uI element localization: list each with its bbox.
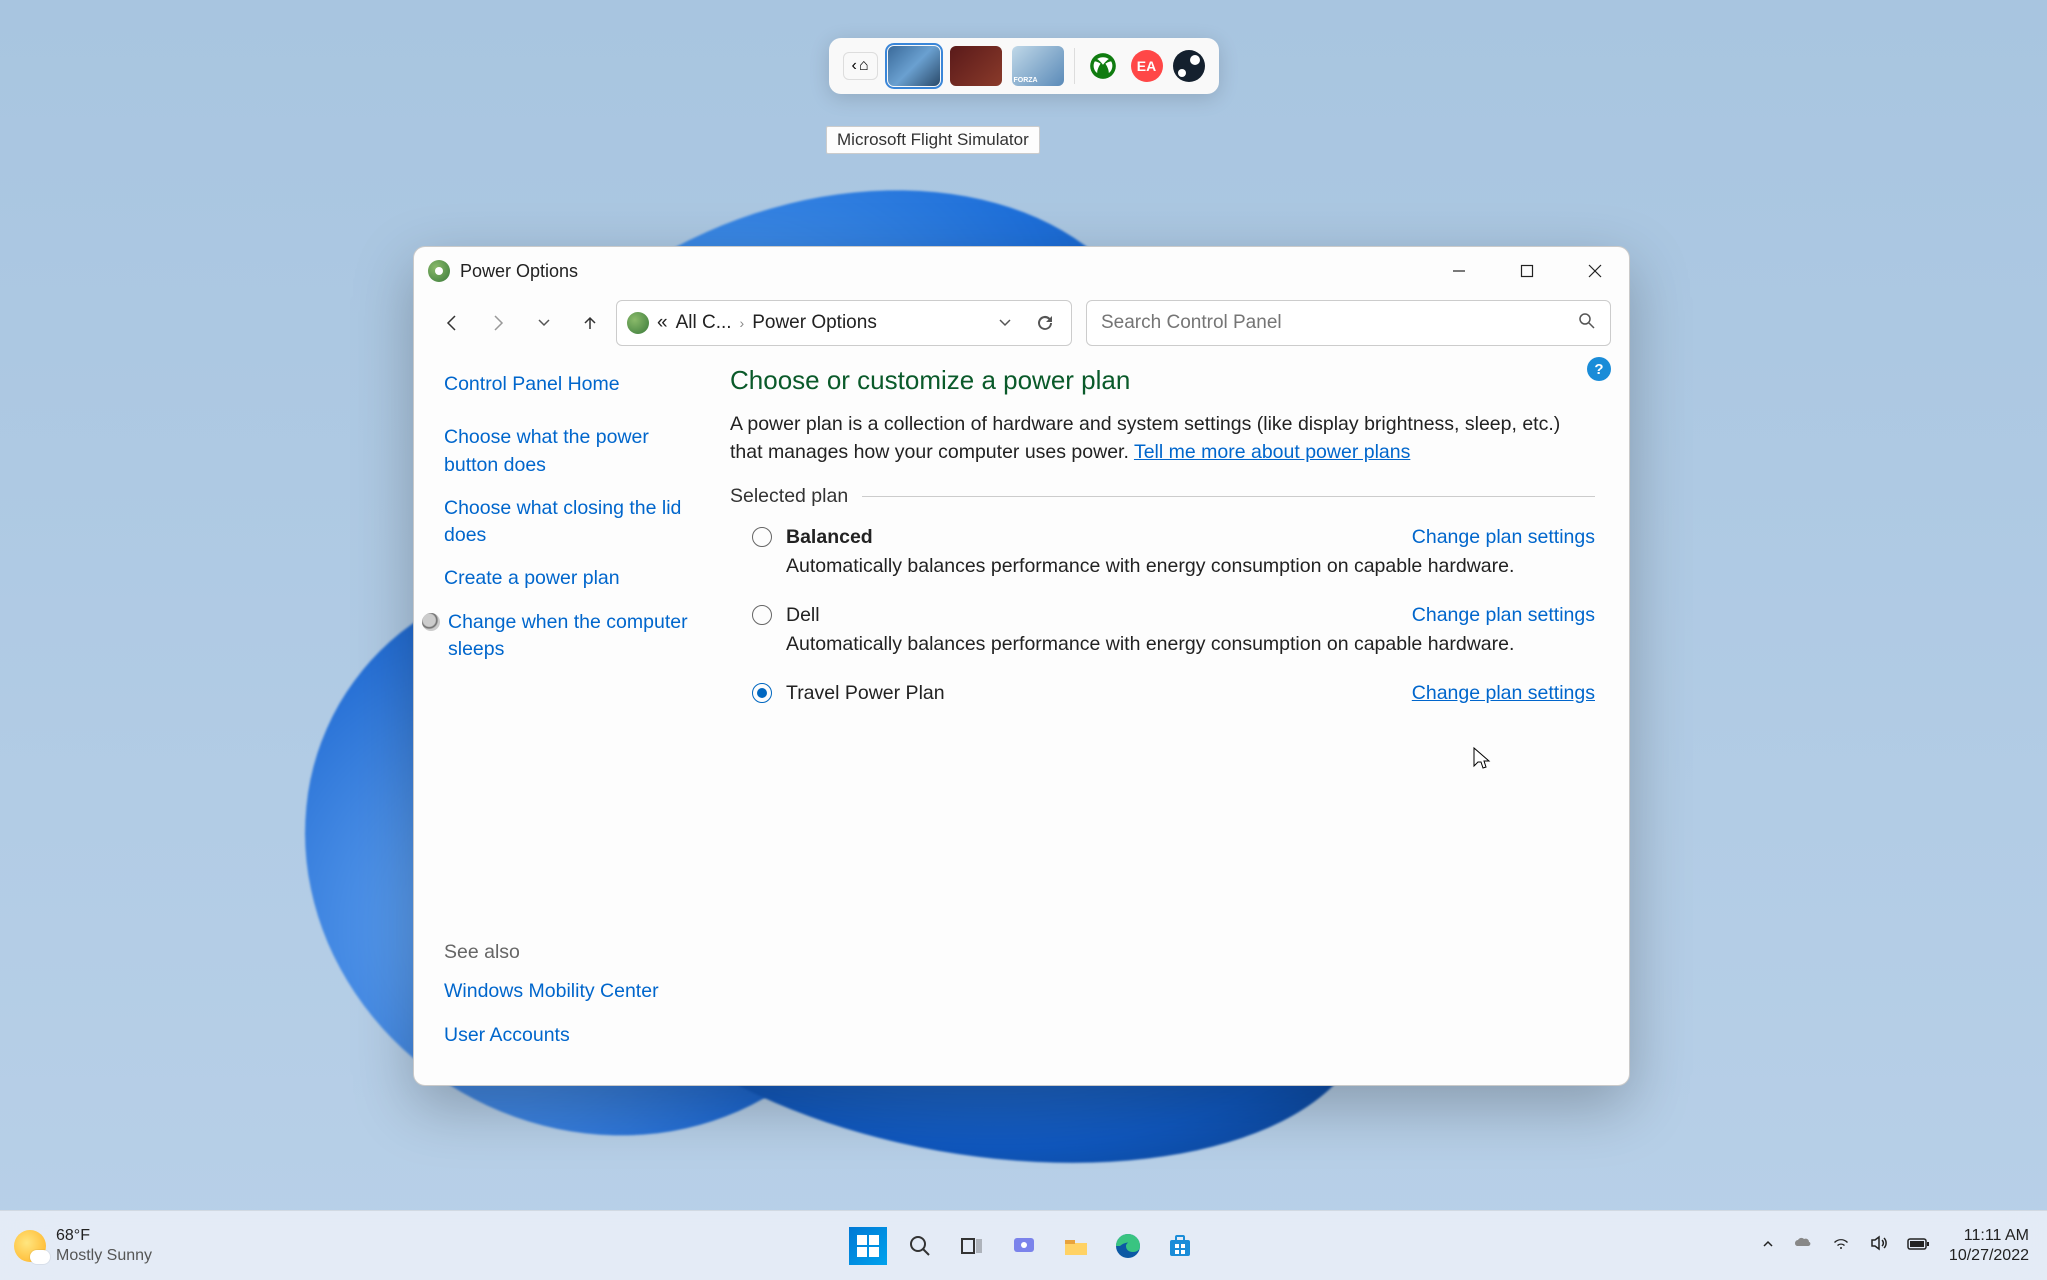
sidebar-link-create-plan[interactable]: Create a power plan [444, 565, 702, 592]
steam-icon[interactable] [1173, 50, 1205, 82]
plan-dell: Dell Change plan settings Automatically … [752, 604, 1595, 656]
change-settings-travel[interactable]: Change plan settings [1412, 682, 1595, 705]
refresh-button[interactable] [1029, 307, 1061, 339]
maximize-icon [1520, 264, 1534, 278]
ea-icon[interactable]: EA [1131, 50, 1163, 82]
tray-battery-icon[interactable] [1907, 1235, 1931, 1256]
plan-name: Balanced [786, 526, 873, 549]
tray-onedrive-icon[interactable] [1793, 1233, 1813, 1258]
plan-name: Travel Power Plan [786, 682, 945, 705]
taskbar-edge[interactable] [1107, 1225, 1149, 1267]
page-description: A power plan is a collection of hardware… [730, 410, 1595, 467]
sidebar-user-accounts[interactable]: User Accounts [444, 1022, 702, 1049]
search-box[interactable] [1086, 300, 1611, 346]
xbox-icon[interactable] [1085, 48, 1121, 84]
taskbar-search[interactable] [899, 1225, 941, 1267]
start-button[interactable] [847, 1225, 889, 1267]
selected-plan-label: Selected plan [730, 485, 1595, 508]
page-heading: Choose or customize a power plan [730, 365, 1595, 396]
breadcrumb-power[interactable]: Power Options [752, 312, 877, 334]
chevron-left-icon: ‹ [852, 57, 857, 75]
power-options-icon [428, 260, 450, 282]
gamebar-thumb-flight-sim[interactable] [888, 46, 940, 86]
address-dropdown-button[interactable] [989, 307, 1021, 339]
content-pane: ? Choose or customize a power plan A pow… [720, 351, 1629, 1085]
sidebar-link-power-button[interactable]: Choose what the power button does [444, 424, 702, 479]
titlebar[interactable]: Power Options [414, 247, 1629, 295]
chevron-down-icon [536, 315, 552, 331]
maximize-button[interactable] [1493, 247, 1561, 295]
tray-wifi-icon[interactable] [1831, 1233, 1851, 1258]
taskbar-taskview[interactable] [951, 1225, 993, 1267]
nav-up-button[interactable] [570, 303, 610, 343]
sidebar-home[interactable]: Control Panel Home [444, 371, 702, 398]
sleep-icon [422, 613, 440, 631]
refresh-icon [1036, 314, 1054, 332]
arrow-up-icon [580, 313, 600, 333]
breadcrumb-root[interactable]: « [657, 312, 668, 334]
gamebar-home-button[interactable]: ‹ ⌂ [843, 52, 878, 80]
breadcrumb-allcp[interactable]: All C... [676, 312, 732, 334]
radio-dell[interactable] [752, 605, 772, 625]
gamebar-thumb-game2[interactable] [950, 46, 1002, 86]
radio-travel[interactable] [752, 683, 772, 703]
plan-desc: Automatically balances performance with … [786, 555, 1595, 578]
power-options-window: Power Options « All C. [413, 246, 1630, 1086]
taskbar-center [847, 1225, 1201, 1267]
change-settings-balanced[interactable]: Change plan settings [1412, 526, 1595, 549]
chevron-right-icon: › [740, 315, 745, 331]
taskbar-weather[interactable]: 68°F Mostly Sunny [0, 1226, 152, 1264]
minimize-button[interactable] [1425, 247, 1493, 295]
sidebar: Control Panel Home Choose what the power… [414, 351, 720, 1085]
tray-overflow[interactable] [1761, 1235, 1775, 1256]
search-icon[interactable] [1578, 312, 1596, 335]
sidebar-link-lid[interactable]: Choose what closing the lid does [444, 495, 702, 550]
navbar: « All C... › Power Options [414, 295, 1629, 351]
sidebar-mobility-center[interactable]: Windows Mobility Center [444, 978, 702, 1005]
close-button[interactable] [1561, 247, 1629, 295]
weather-icon [14, 1230, 46, 1262]
taskbar: 68°F Mostly Sunny [0, 1210, 2047, 1280]
taskbar-store[interactable] [1159, 1225, 1201, 1267]
taskbar-chat[interactable] [1003, 1225, 1045, 1267]
address-bar[interactable]: « All C... › Power Options [616, 300, 1072, 346]
minimize-icon [1452, 264, 1466, 278]
plan-desc: Automatically balances performance with … [786, 633, 1595, 656]
system-tray: 11:11 AM 10/27/2022 [1761, 1226, 2047, 1264]
plan-travel: Travel Power Plan Change plan settings [752, 682, 1595, 705]
close-icon [1588, 264, 1602, 278]
sidebar-link-sleep[interactable]: Change when the computer sleeps [448, 609, 702, 664]
tray-volume-icon[interactable] [1869, 1233, 1889, 1258]
plan-name: Dell [786, 604, 820, 627]
weather-temp: 68°F [56, 1226, 152, 1245]
taskbar-explorer[interactable] [1055, 1225, 1097, 1267]
home-icon: ⌂ [859, 57, 869, 75]
chevron-down-icon [998, 316, 1012, 330]
address-icon [627, 312, 649, 334]
game-bar: ‹ ⌂ EA [829, 38, 1219, 94]
change-settings-dell[interactable]: Change plan settings [1412, 604, 1595, 627]
learn-more-link[interactable]: Tell me more about power plans [1134, 441, 1410, 463]
radio-balanced[interactable] [752, 527, 772, 547]
search-input[interactable] [1101, 312, 1578, 334]
gamebar-thumb-forza[interactable] [1012, 46, 1064, 86]
gamebar-separator [1074, 48, 1075, 84]
weather-cond: Mostly Sunny [56, 1246, 152, 1265]
taskbar-clock[interactable]: 11:11 AM 10/27/2022 [1949, 1226, 2029, 1264]
plan-balanced: Balanced Change plan settings Automatica… [752, 526, 1595, 578]
see-also-heading: See also [444, 941, 702, 964]
arrow-left-icon [442, 313, 462, 333]
nav-forward-button[interactable] [478, 303, 518, 343]
help-button[interactable]: ? [1587, 357, 1611, 381]
gamebar-tooltip: Microsoft Flight Simulator [826, 126, 1040, 154]
nav-back-button[interactable] [432, 303, 472, 343]
nav-recent-button[interactable] [524, 303, 564, 343]
window-title: Power Options [460, 261, 578, 282]
arrow-right-icon [488, 313, 508, 333]
